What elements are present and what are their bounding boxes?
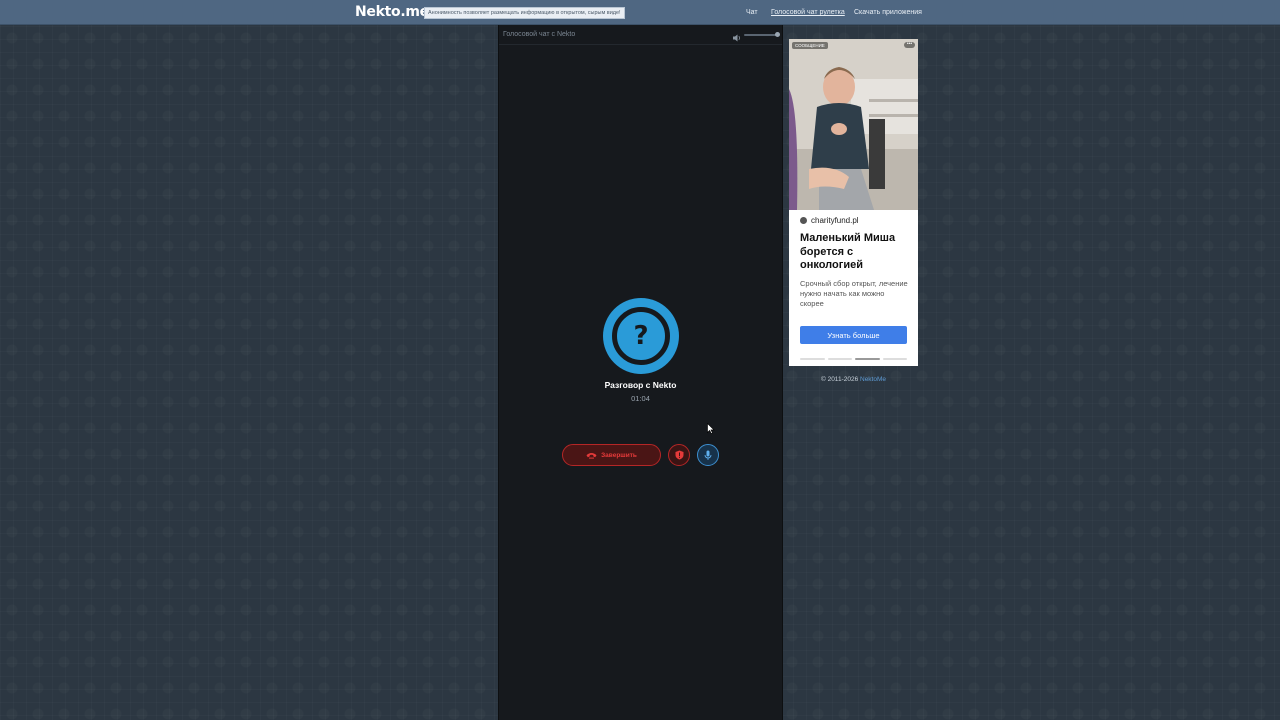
- end-call-button[interactable]: Завершить: [562, 444, 661, 466]
- footer: © 2011-2026 NektoMe: [789, 376, 918, 383]
- ad-text: Срочный сбор открыт, лечение нужно начат…: [800, 279, 908, 308]
- nav-chat-link[interactable]: Чат: [746, 9, 758, 16]
- site-logo[interactable]: Nekto.me: [355, 4, 429, 20]
- ad-title[interactable]: Маленький Миша борется с онкологией: [800, 232, 912, 273]
- ad-badge: СООБЩЕНИЕ: [792, 42, 828, 49]
- peer-avatar-symbol: ?: [633, 321, 649, 351]
- nav-voice-chat-link[interactable]: Голосовой чат рулетка: [771, 9, 845, 16]
- end-call-label: Завершить: [601, 451, 637, 459]
- ad-learn-more-button[interactable]: Узнать больше: [800, 326, 907, 344]
- ad-source[interactable]: charityfund.pl: [800, 216, 859, 225]
- shield-icon: [675, 450, 683, 460]
- mouse-cursor-icon: [707, 423, 715, 434]
- speaker-icon[interactable]: [732, 30, 742, 42]
- hang-up-icon: [586, 452, 597, 459]
- call-timer: 01:04: [631, 394, 650, 403]
- peer-name: Разговор с Nekto: [604, 380, 677, 390]
- carousel-dot: [800, 358, 825, 360]
- volume-slider[interactable]: [744, 32, 780, 37]
- info-notice: Анонимность позволяет размещать информац…: [424, 7, 625, 19]
- peer-avatar: ?: [603, 298, 679, 374]
- report-button[interactable]: [668, 444, 690, 466]
- ad-more-button[interactable]: •••: [904, 42, 915, 48]
- carousel-dot: [882, 358, 907, 360]
- microphone-icon: [704, 450, 712, 460]
- footer-link[interactable]: NektoMe: [860, 376, 886, 383]
- chat-panel-header: Голосовой чат с Nekto: [499, 25, 782, 45]
- voice-chat-panel: Голосовой чат с Nekto ? Разговор с Nekto…: [498, 25, 783, 720]
- chat-title: Голосовой чат с Nekto: [503, 31, 576, 38]
- top-bar: Nekto.me Анонимность позволяет размещать…: [0, 0, 1280, 25]
- nav-download-apps-link[interactable]: Скачать приложения: [854, 9, 922, 16]
- ad-carousel-indicator: [800, 358, 907, 360]
- carousel-dot: [827, 358, 852, 360]
- carousel-dot-active: [855, 358, 880, 360]
- microphone-button[interactable]: [697, 444, 719, 466]
- volume-slider-knob[interactable]: [775, 32, 780, 37]
- advertisement-card[interactable]: СООБЩЕНИЕ ••• charityfund.pl Маленький М…: [789, 39, 918, 366]
- ad-photo[interactable]: СООБЩЕНИЕ •••: [789, 39, 918, 210]
- copyright-text: © 2011-2026: [820, 376, 859, 383]
- question-mark-icon: ?: [612, 307, 670, 365]
- globe-icon: [800, 217, 807, 224]
- ad-source-label: charityfund.pl: [811, 216, 859, 225]
